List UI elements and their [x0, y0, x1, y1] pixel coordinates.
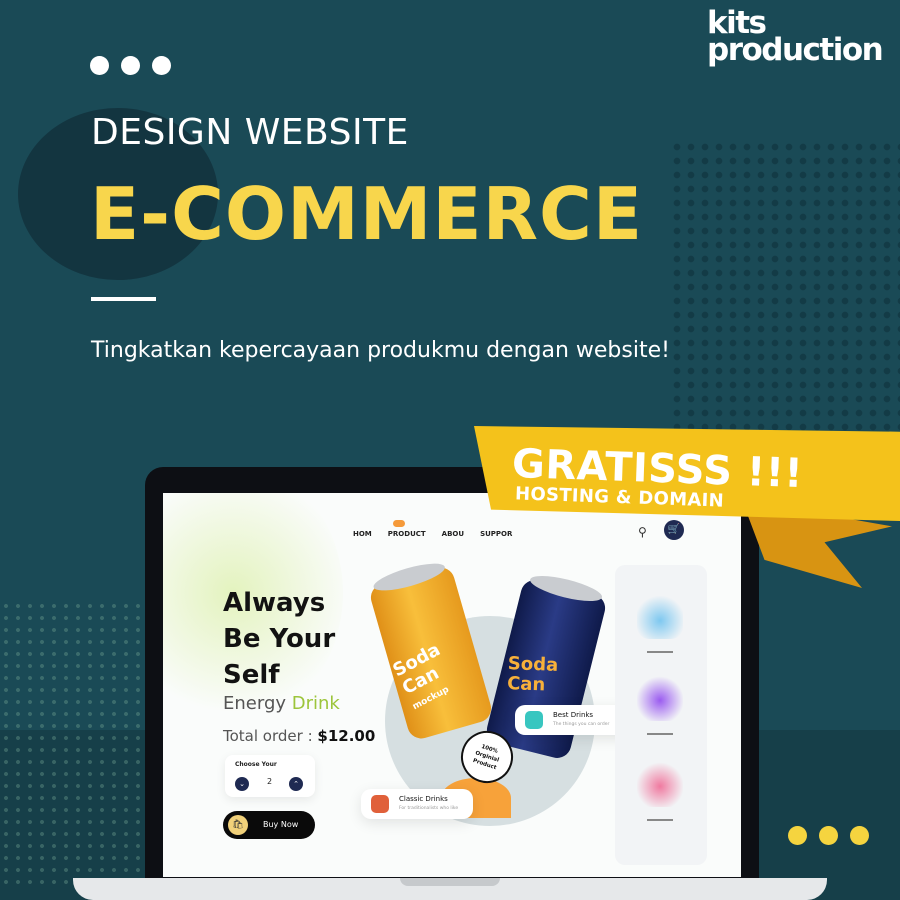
decorative-dots-top: [90, 56, 171, 75]
buy-now-label: Buy Now: [263, 820, 299, 829]
bag-icon: 🛍: [228, 815, 248, 835]
heading-line1: DESIGN WEBSITE: [91, 112, 409, 153]
nav-item-product-label: PRODUCT: [387, 530, 426, 538]
hero-subtitle: Energy Drink: [223, 693, 340, 714]
card-subtitle: The things you can order: [553, 722, 610, 727]
heading-divider: [91, 297, 156, 301]
rocket-icon[interactable]: [637, 761, 683, 807]
can-lid: [371, 558, 448, 596]
decorative-dots-bottom: [788, 826, 869, 845]
laptop-screen: HOM PRODUCT ABOU SUPPOR ⚲ 🛒 Always Be Yo…: [163, 493, 741, 877]
card-title: Classic Drinks: [399, 795, 448, 803]
subtitle: Tingkatkan kepercayaan produkmu dengan w…: [91, 338, 670, 363]
cart-icon[interactable]: 🛒: [664, 520, 684, 540]
product-side-panel: [615, 565, 707, 865]
drink-3d-icon[interactable]: [637, 675, 683, 721]
badge-icon: [392, 520, 405, 527]
halftone-dots-left: [0, 600, 140, 890]
laptop-frame: HOM PRODUCT ABOU SUPPOR ⚲ 🛒 Always Be Yo…: [145, 467, 759, 880]
hero-title-line3: Self: [223, 660, 280, 690]
buy-now-button[interactable]: 🛍 Buy Now: [223, 811, 315, 839]
chevron-down-icon[interactable]: ⌄: [235, 777, 249, 791]
brand-logo: kits production: [707, 8, 892, 68]
quantity-label: Choose Your: [235, 761, 277, 768]
total-order: Total order : $12.00: [223, 727, 375, 745]
hero-title-line2: Be Your: [223, 624, 336, 654]
hero-subtitle-word2: Drink: [291, 693, 340, 714]
quantity-stepper: Choose Your ⌄ 2 ⌃: [225, 755, 315, 797]
total-price: $12.00: [317, 727, 376, 745]
chevron-up-icon[interactable]: ⌃: [289, 777, 303, 791]
heading-line2: E-COMMERCE: [90, 172, 644, 256]
search-icon[interactable]: ⚲: [638, 525, 647, 539]
nav-item-support[interactable]: SUPPOR: [480, 530, 512, 538]
blue-can-label: Soda Can: [506, 653, 559, 696]
hero-title-line1: Always: [223, 588, 326, 618]
nav-item-product[interactable]: PRODUCT: [387, 520, 426, 538]
laptop-base: [73, 878, 827, 900]
side-item-caption: [647, 651, 673, 653]
hero-title: Always Be Your Self: [223, 585, 335, 693]
hero-subtitle-word1: Energy: [223, 693, 287, 714]
drink-icon: [371, 795, 389, 813]
card-subtitle: For traditionalists who like: [399, 806, 459, 811]
nav-item-about[interactable]: ABOU: [442, 530, 464, 538]
classic-drinks-card[interactable]: Classic Drinks For traditionalists who l…: [361, 789, 473, 819]
laptop-notch: [400, 878, 500, 886]
drink-icon: [525, 711, 543, 729]
total-label: Total order :: [223, 727, 313, 745]
can-lid: [528, 570, 605, 607]
side-item-caption: [647, 733, 673, 735]
nav-item-home[interactable]: HOM: [353, 530, 372, 538]
logo-line2: production: [707, 32, 884, 68]
card-title: Best Drinks: [553, 711, 594, 719]
quantity-value[interactable]: 2: [267, 777, 272, 786]
mockup-nav: HOM PRODUCT ABOU SUPPOR: [353, 520, 512, 538]
side-item-caption: [647, 819, 673, 821]
cup-icon[interactable]: [637, 593, 683, 639]
